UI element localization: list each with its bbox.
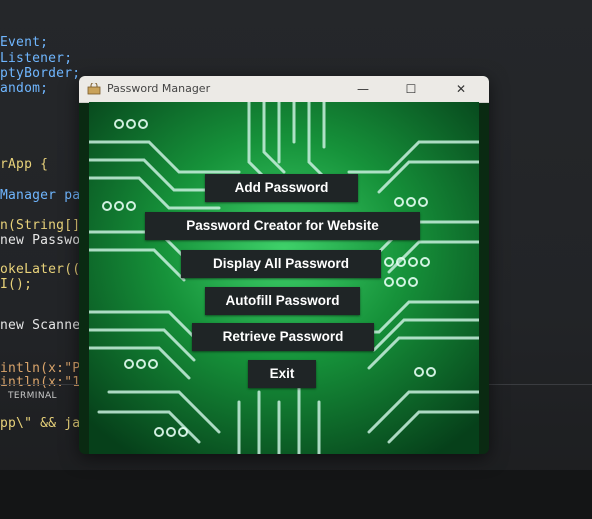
monitor-bezel bbox=[0, 470, 592, 519]
code-line: I(); bbox=[0, 277, 33, 292]
code-line: intln(x:"1 bbox=[0, 375, 81, 390]
code-line: ptyBorder; bbox=[0, 66, 81, 81]
password-creator-button[interactable]: Password Creator for Website bbox=[145, 212, 420, 240]
retrieve-password-button[interactable]: Retrieve Password bbox=[192, 323, 374, 351]
code-line: new Scanner bbox=[0, 318, 89, 333]
circuit-board-background bbox=[89, 102, 479, 454]
terminal-tab[interactable]: TERMINAL bbox=[8, 391, 57, 401]
code-line: Listener; bbox=[0, 51, 73, 66]
add-password-button[interactable]: Add Password bbox=[205, 174, 358, 202]
code-line: Manager pas bbox=[0, 188, 89, 203]
close-button[interactable]: ✕ bbox=[443, 79, 479, 99]
app-icon bbox=[87, 83, 101, 95]
password-manager-window: Password Manager — ☐ ✕ Add Password Pass… bbox=[79, 76, 489, 454]
code-line: new Passwor bbox=[0, 233, 89, 248]
title-bar[interactable]: Password Manager — ☐ ✕ bbox=[79, 76, 489, 103]
maximize-button[interactable]: ☐ bbox=[393, 79, 429, 99]
code-line: andom; bbox=[0, 81, 49, 96]
minimize-button[interactable]: — bbox=[345, 79, 381, 99]
exit-button[interactable]: Exit bbox=[248, 360, 316, 388]
window-title: Password Manager bbox=[107, 82, 211, 95]
code-line: rApp { bbox=[0, 157, 49, 172]
autofill-password-button[interactable]: Autofill Password bbox=[205, 287, 360, 315]
code-line: okeLater(() bbox=[0, 262, 89, 277]
code-line: Event; bbox=[0, 35, 49, 50]
display-all-password-button[interactable]: Display All Password bbox=[181, 250, 381, 278]
